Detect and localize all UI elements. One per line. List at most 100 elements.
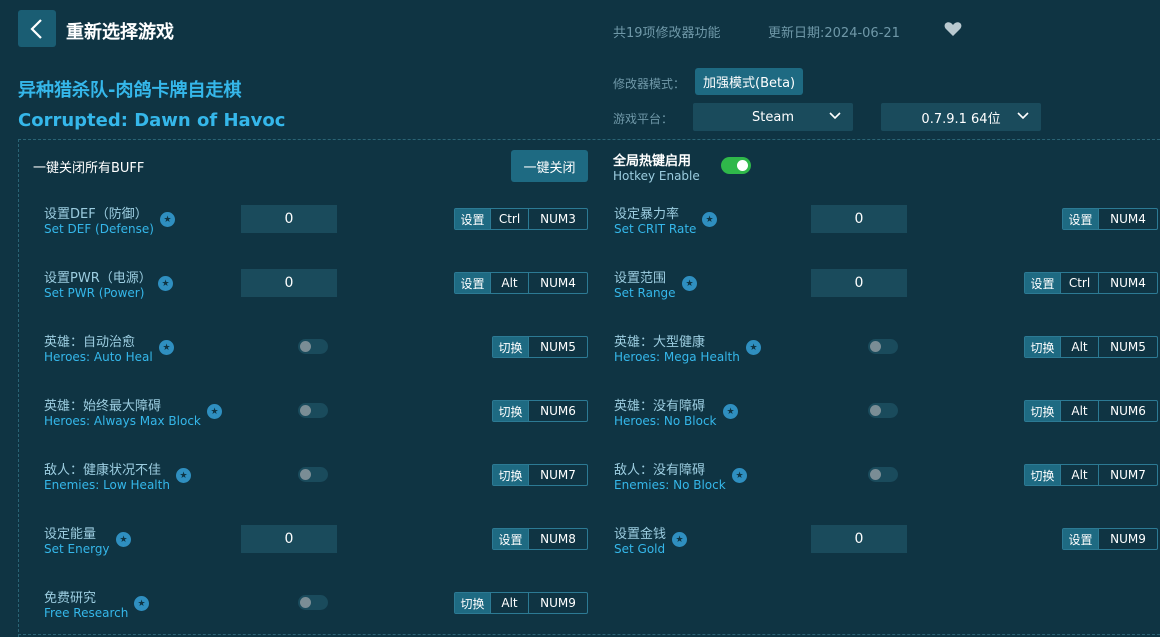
hotkey-key[interactable]: NUM6 (528, 401, 587, 421)
hotkey-modifier[interactable]: Alt (490, 593, 528, 613)
mode-badge[interactable]: 加强模式(Beta) (695, 68, 804, 95)
option-label-cn: 英雄：自动治愈 (44, 335, 136, 350)
back-button[interactable] (18, 10, 56, 47)
close-all-button[interactable]: 一键关闭 (511, 150, 588, 182)
value-input[interactable]: 0 (241, 525, 337, 553)
option-label-cn: 敌人：没有障碍 (614, 463, 706, 478)
hotkey-action-button[interactable]: 切换 (1025, 465, 1060, 485)
game-title-cn: 异种猎杀队-肉鸽卡牌自走棋 (18, 80, 242, 101)
option-label-en: Enemies: Low Health (44, 478, 170, 492)
hotkey-action-button[interactable]: 设置 (455, 273, 490, 293)
platform-value: Steam (752, 109, 794, 125)
option-label-en: Set Gold (614, 542, 666, 556)
hotkey-action-button[interactable]: 切换 (493, 337, 528, 357)
hotkey-action-button[interactable]: 设置 (455, 209, 490, 229)
hotkey-action-button[interactable]: 设置 (1025, 273, 1060, 293)
star-icon[interactable]: ★ (159, 340, 174, 355)
option-label-cn: 设置PWR（电源） (44, 271, 152, 286)
hotkey-toggle[interactable] (721, 157, 751, 174)
option-toggle[interactable] (868, 467, 898, 482)
panel-border (18, 139, 19, 637)
hotkey-action-button[interactable]: 设置 (1063, 209, 1098, 229)
star-icon[interactable]: ★ (134, 596, 149, 611)
close-all-label: 一键关闭所有BUFF (33, 161, 145, 176)
hotkey-group: 设置 NUM4 (1062, 208, 1158, 230)
hotkey-key[interactable]: NUM7 (1098, 465, 1157, 485)
star-icon[interactable]: ★ (672, 532, 687, 547)
hotkey-action-button[interactable]: 设置 (1063, 529, 1098, 549)
star-icon[interactable]: ★ (723, 404, 738, 419)
option-label-cn: 设置范围 (614, 271, 667, 286)
value-input[interactable]: 0 (811, 525, 907, 553)
star-icon[interactable]: ★ (176, 468, 191, 483)
option-toggle[interactable] (868, 403, 898, 418)
hotkey-action-button[interactable]: 切换 (493, 401, 528, 421)
hotkey-key[interactable]: NUM9 (528, 593, 587, 613)
value-input[interactable]: 0 (811, 205, 907, 233)
version-dropdown[interactable]: 0.7.9.1 64位 (881, 103, 1041, 131)
platform-label: 游戏平台： (613, 112, 674, 126)
star-icon[interactable]: ★ (682, 276, 697, 291)
page-title: 重新选择游戏 (66, 22, 174, 43)
hotkey-key[interactable]: NUM7 (528, 465, 587, 485)
option-toggle[interactable] (298, 595, 328, 610)
hotkey-key[interactable]: NUM5 (1098, 337, 1157, 357)
value-input[interactable]: 0 (241, 269, 337, 297)
star-icon[interactable]: ★ (746, 340, 761, 355)
hotkey-group: 设置 NUM8 (492, 528, 588, 550)
star-icon[interactable]: ★ (207, 404, 222, 419)
version-value: 0.7.9.1 64位 (921, 111, 1001, 127)
game-title-en: Corrupted: Dawn of Havoc (18, 110, 286, 131)
hotkey-key[interactable]: NUM8 (528, 529, 587, 549)
star-icon[interactable]: ★ (732, 468, 747, 483)
heart-icon[interactable] (944, 21, 962, 37)
hotkey-modifier[interactable]: Ctrl (490, 209, 528, 229)
hotkey-modifier[interactable]: Ctrl (1060, 273, 1098, 293)
option-toggle[interactable] (298, 467, 328, 482)
hotkey-action-button[interactable]: 切换 (1025, 401, 1060, 421)
star-icon[interactable]: ★ (160, 212, 175, 227)
hotkey-group: 切换 NUM5 (492, 336, 588, 358)
hotkey-modifier[interactable]: Alt (1060, 337, 1098, 357)
option-toggle[interactable] (868, 339, 898, 354)
hotkey-action-button[interactable]: 切换 (493, 465, 528, 485)
hotkey-key[interactable]: NUM4 (528, 273, 587, 293)
hotkey-action-button[interactable]: 切换 (455, 593, 490, 613)
hotkey-key[interactable]: NUM3 (528, 209, 587, 229)
hotkey-action-button[interactable]: 设置 (493, 529, 528, 549)
hotkey-group: 设置 NUM9 (1062, 528, 1158, 550)
hotkey-modifier[interactable]: Alt (1060, 401, 1098, 421)
mode-label: 修改器模式： (613, 77, 686, 91)
hotkey-group: 设置 Ctrl NUM4 (1024, 272, 1158, 294)
hotkey-group: 切换 NUM7 (492, 464, 588, 486)
hotkey-modifier[interactable]: Alt (1060, 465, 1098, 485)
hotkey-label-cn: 全局热键启用 (613, 154, 692, 169)
hotkey-modifier[interactable]: Alt (490, 273, 528, 293)
hotkey-group: 设置 Alt NUM4 (454, 272, 588, 294)
hotkey-group: 切换 NUM6 (492, 400, 588, 422)
panel-border (18, 139, 1160, 140)
option-toggle[interactable] (298, 403, 328, 418)
star-icon[interactable]: ★ (158, 276, 173, 291)
option-label-en: Heroes: Always Max Block (44, 414, 201, 428)
platform-dropdown[interactable]: Steam (693, 103, 853, 131)
feature-count: 共19项修改器功能 (613, 26, 721, 41)
hotkey-group: 设置 Ctrl NUM3 (454, 208, 588, 230)
hotkey-key[interactable]: NUM4 (1098, 273, 1157, 293)
option-label-cn: 英雄：没有障碍 (614, 399, 706, 414)
hotkey-key[interactable]: NUM5 (528, 337, 587, 357)
star-icon[interactable]: ★ (702, 212, 717, 227)
hotkey-key[interactable]: NUM9 (1098, 529, 1157, 549)
chevron-down-icon (829, 112, 841, 120)
hotkey-action-button[interactable]: 切换 (1025, 337, 1060, 357)
option-toggle[interactable] (298, 339, 328, 354)
option-label-en: Set Range (614, 286, 676, 300)
hotkey-key[interactable]: NUM4 (1098, 209, 1157, 229)
option-label-cn: 英雄：大型健康 (614, 335, 706, 350)
option-label-cn: 设定暴力率 (614, 207, 680, 222)
star-icon[interactable]: ★ (116, 532, 131, 547)
value-input[interactable]: 0 (811, 269, 907, 297)
value-input[interactable]: 0 (241, 205, 337, 233)
hotkey-key[interactable]: NUM6 (1098, 401, 1157, 421)
option-label-cn: 设置DEF（防御） (44, 207, 148, 222)
